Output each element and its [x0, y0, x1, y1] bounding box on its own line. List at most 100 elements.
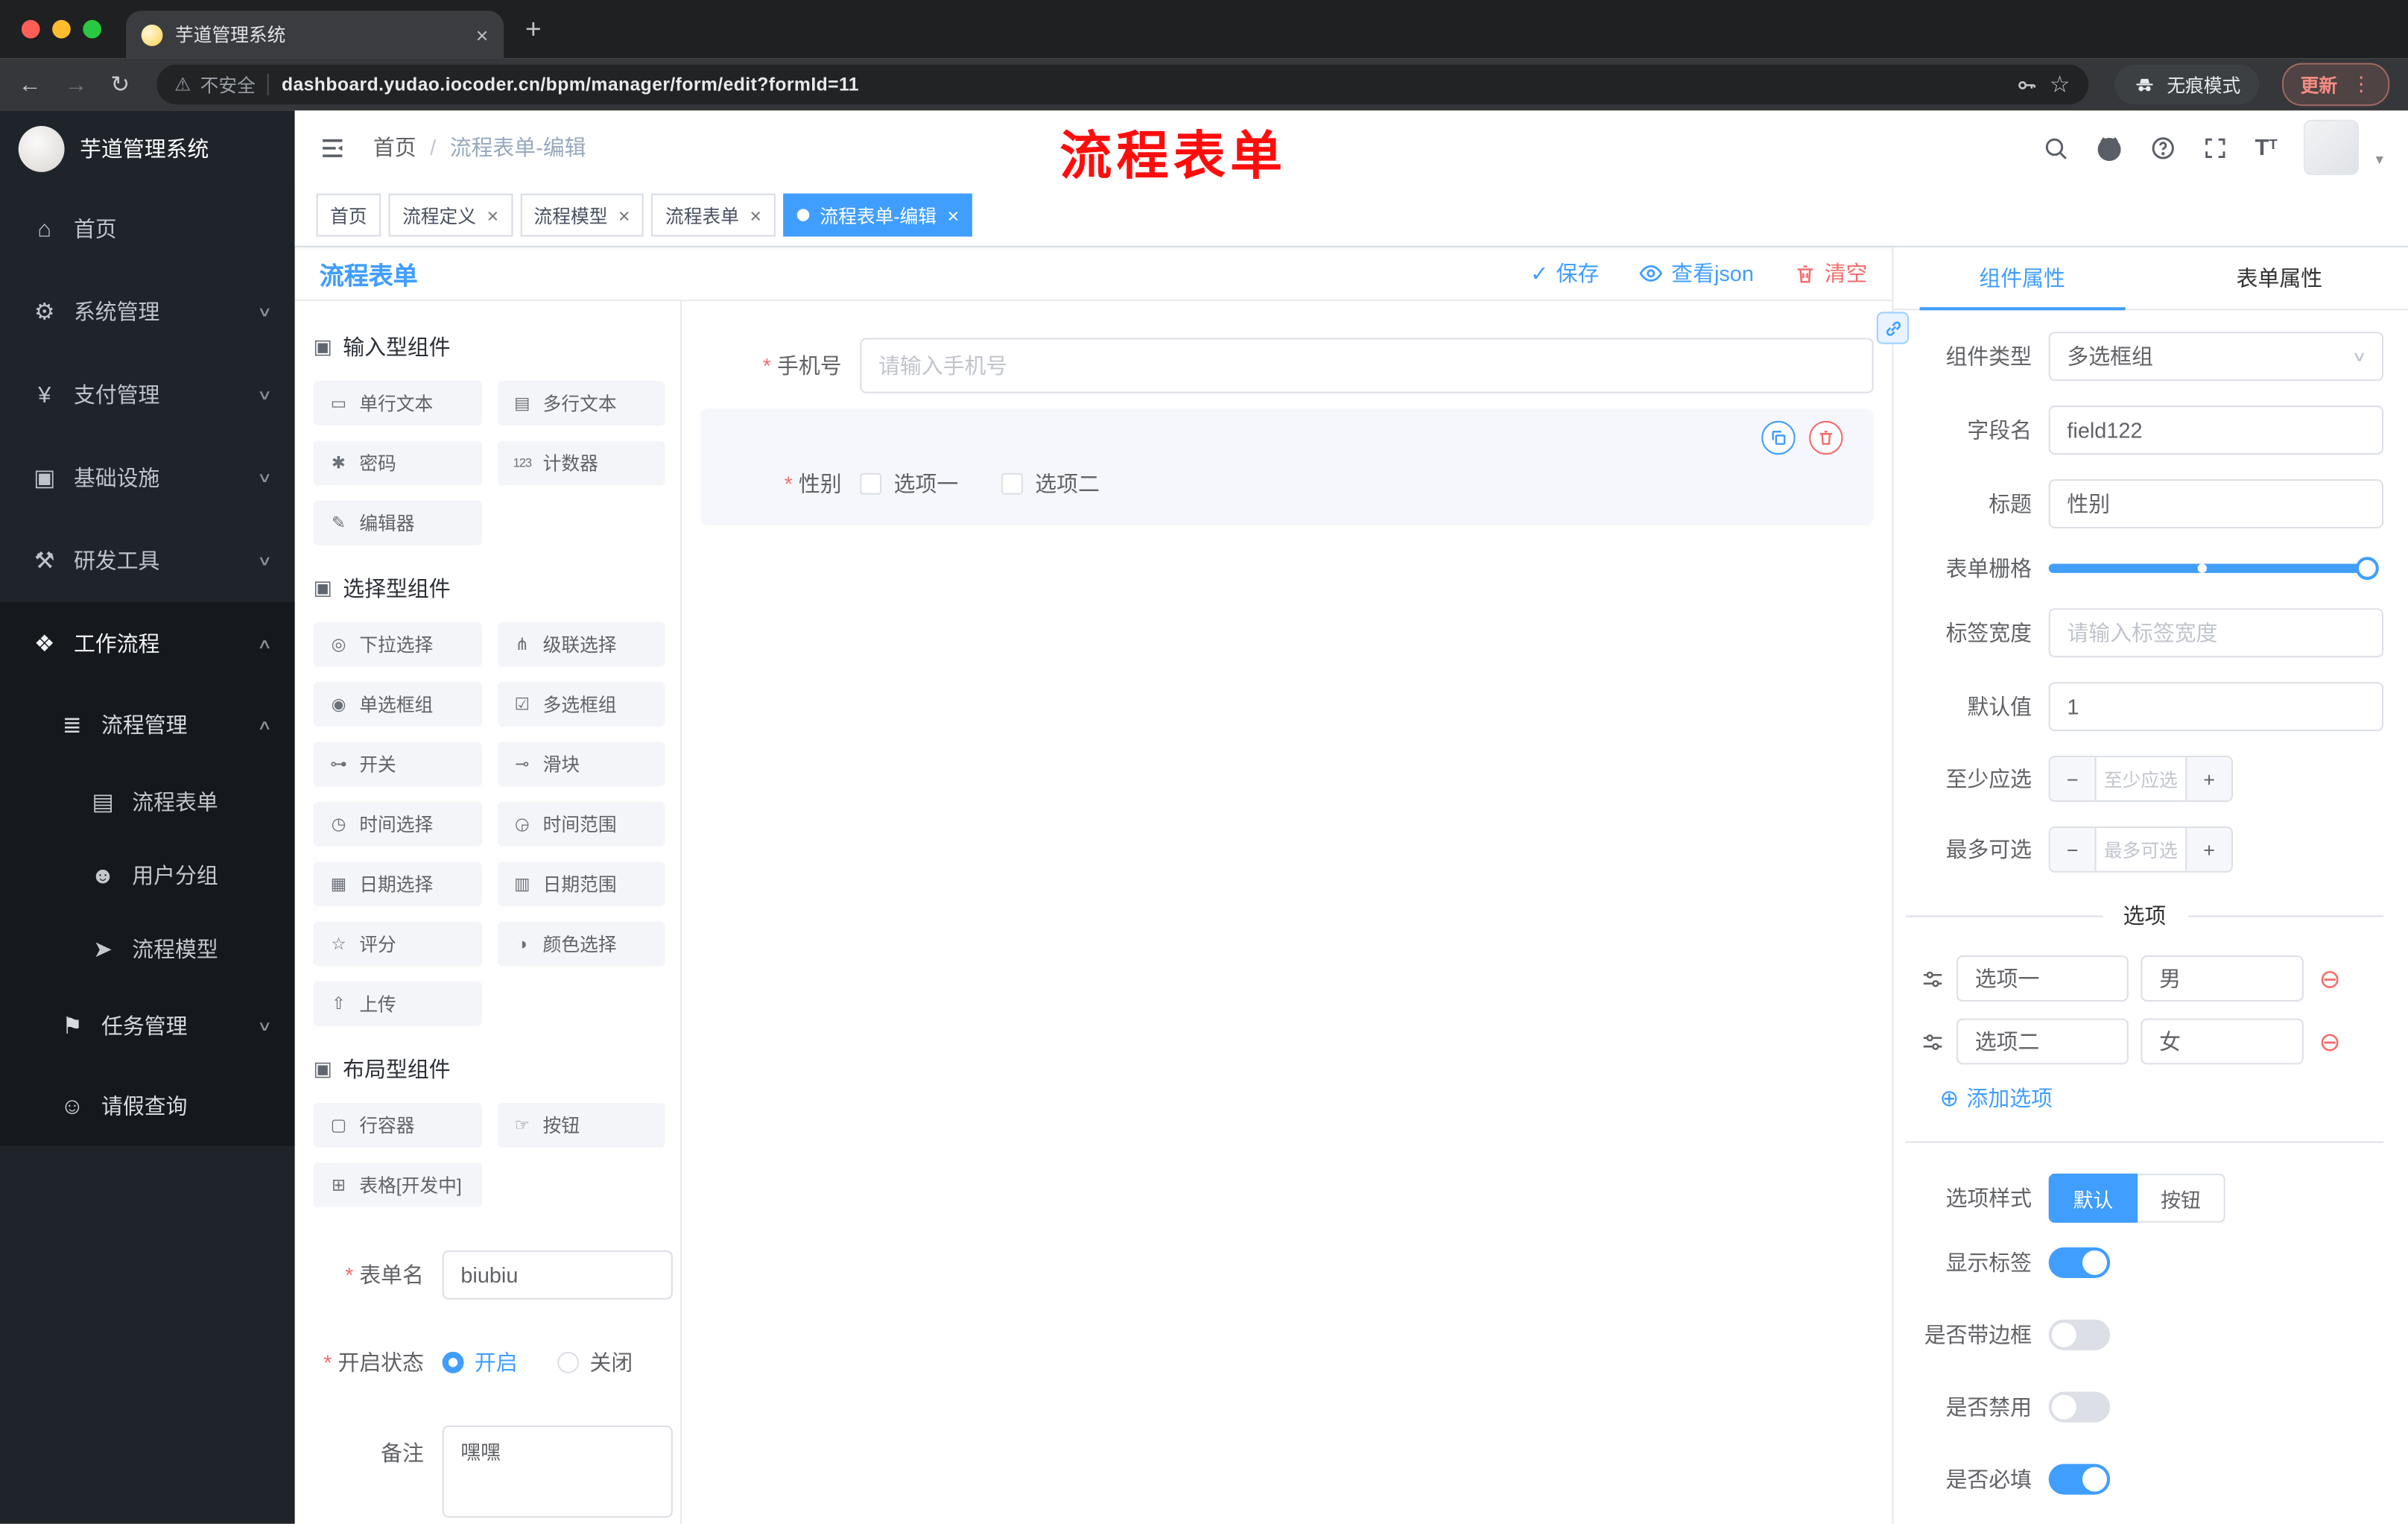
tab-close-icon[interactable]: × [476, 22, 489, 47]
font-size-icon[interactable]: TT [2255, 134, 2277, 160]
form-name-input[interactable] [442, 1250, 673, 1300]
palette-item-rate[interactable]: ☆ 评分 [313, 921, 482, 967]
palette-item-slider[interactable]: ⊸ 滑块 [496, 742, 665, 787]
sidebar-item-task-management[interactable]: ⚑ 任务管理 ∨ [0, 986, 295, 1066]
reload-icon[interactable]: ↻ [110, 73, 130, 96]
delete-component-button[interactable] [1809, 420, 1843, 455]
palette-item-single-line[interactable]: ▭ 单行文本 [313, 381, 482, 426]
palette-item-table[interactable]: ⊞ 表格[开发中] [313, 1163, 482, 1208]
address-bar[interactable]: ⚠ 不安全 dashboard.yudao.iocoder.cn/bpm/man… [156, 64, 2089, 105]
remove-option-icon[interactable]: ⊖ [2319, 1028, 2340, 1055]
palette-item-time[interactable]: ◷ 时间选择 [313, 801, 482, 847]
sidebar-item-workflow[interactable]: ❖ 工作流程 ∧ [0, 601, 295, 686]
sidebar-item-infra[interactable]: ▣ 基础设施 ∨ [0, 436, 295, 519]
window-zoom-button[interactable] [83, 19, 102, 39]
clear-button[interactable]: 清空 [1794, 258, 1867, 288]
forward-icon[interactable]: → [65, 73, 88, 96]
browser-tab[interactable]: 芋道管理系统 × [126, 10, 504, 59]
window-minimize-button[interactable] [52, 19, 71, 39]
label-width-input[interactable] [2048, 608, 2384, 658]
help-icon[interactable] [2150, 134, 2176, 160]
max-select-value[interactable]: 最多可选 [2097, 828, 2186, 871]
style-default-button[interactable]: 默认 [2048, 1173, 2138, 1223]
palette-item-multiline[interactable]: ▤ 多行文本 [496, 381, 665, 426]
border-toggle[interactable] [2048, 1319, 2111, 1350]
palette-item-upload[interactable]: ⇧ 上传 [313, 981, 482, 1026]
browser-menu-icon[interactable]: ⋮ [2351, 72, 2371, 97]
save-button[interactable]: ✓ 保存 [1530, 258, 1599, 288]
search-icon[interactable] [2043, 134, 2069, 160]
password-key-icon[interactable] [2014, 73, 2037, 96]
sidebar-item-leave-query[interactable]: ☺ 请假查询 [0, 1066, 295, 1145]
fullscreen-icon[interactable] [2202, 134, 2228, 160]
security-chip[interactable]: ⚠ 不安全 [174, 72, 256, 98]
show-label-toggle[interactable] [2048, 1247, 2111, 1278]
min-select-value[interactable]: 至少应选 [2097, 757, 2186, 800]
sidebar-item-payment[interactable]: ¥ 支付管理 ∨ [0, 353, 295, 436]
palette-item-date-range[interactable]: ▥ 日期范围 [496, 861, 665, 907]
breadcrumb-home[interactable]: 首页 [373, 132, 416, 162]
github-icon[interactable] [2095, 133, 2124, 162]
palette-item-cascader[interactable]: ⋔ 级联选择 [496, 622, 665, 667]
canvas-field-phone[interactable]: 手机号 [700, 338, 1874, 393]
new-tab-button[interactable]: + [525, 13, 542, 45]
default-value-input[interactable] [2048, 682, 2384, 732]
browser-update-button[interactable]: 更新 ⋮ [2281, 63, 2390, 107]
sidebar-item-devtools[interactable]: ⚒ 研发工具 ∨ [0, 519, 295, 602]
required-toggle[interactable] [2048, 1464, 2111, 1495]
avatar-caret-icon[interactable]: ▾ [2376, 151, 2383, 168]
component-type-select[interactable]: 多选框组 ∨ [2048, 332, 2384, 382]
tab-form-props[interactable]: 表单属性 [2151, 247, 2408, 309]
bookmark-star-icon[interactable]: ☆ [2050, 71, 2070, 98]
add-option-button[interactable]: ⊕ 添加选项 [1939, 1083, 2383, 1113]
tag-process-model[interactable]: 流程模型 × [519, 193, 644, 237]
user-avatar[interactable] [2303, 119, 2359, 175]
increase-button[interactable]: + [2185, 827, 2231, 871]
increase-button[interactable]: + [2185, 757, 2231, 800]
style-button-button[interactable]: 按钮 [2138, 1173, 2225, 1223]
title-input[interactable] [2048, 479, 2384, 529]
slider-handle[interactable] [2355, 557, 2379, 581]
disabled-toggle[interactable] [2048, 1391, 2111, 1423]
sidebar-item-system[interactable]: ⚙ 系统管理 ∨ [0, 271, 295, 353]
gender-option2-checkbox[interactable]: 选项二 [1001, 469, 1100, 499]
status-off-radio[interactable]: 关闭 [557, 1347, 633, 1378]
tag-close-icon[interactable]: × [750, 203, 761, 227]
option2-label-input[interactable] [1956, 1018, 2129, 1065]
palette-item-checkbox-group[interactable]: ☑ 多选框组 [496, 682, 665, 727]
collapse-menu-icon[interactable] [320, 134, 346, 160]
decrease-button[interactable]: − [2050, 827, 2097, 871]
tag-close-icon[interactable]: × [487, 203, 498, 227]
tag-close-icon[interactable]: × [947, 203, 959, 227]
canvas-field-gender-selected[interactable]: 性别 选项一 选项二 [700, 408, 1874, 525]
phone-input[interactable] [860, 338, 1874, 393]
drag-handle-icon[interactable] [1921, 967, 1945, 990]
sidebar-item-process-management[interactable]: ≣ 流程管理 ∧ [0, 685, 295, 765]
palette-item-select[interactable]: ◎ 下拉选择 [313, 622, 482, 667]
gender-option1-checkbox[interactable]: 选项一 [860, 469, 958, 499]
palette-item-password[interactable]: ✱ 密码 [313, 440, 482, 486]
tag-process-form-edit[interactable]: 流程表单-编辑 × [782, 193, 973, 237]
tab-component-props[interactable]: 组件属性 [1893, 247, 2150, 311]
sidebar-item-process-model[interactable]: ➤ 流程模型 [0, 912, 295, 986]
decrease-button[interactable]: − [2050, 757, 2097, 800]
option1-label-input[interactable] [1956, 955, 2129, 1002]
tag-process-definition[interactable]: 流程定义 × [388, 193, 513, 237]
tag-process-form[interactable]: 流程表单 × [651, 193, 776, 237]
tag-close-icon[interactable]: × [618, 203, 630, 227]
palette-item-row-container[interactable]: ▢ 行容器 [313, 1102, 482, 1148]
status-on-radio[interactable]: 开启 [442, 1347, 518, 1378]
field-name-input[interactable] [2048, 405, 2384, 455]
drag-handle-icon[interactable] [1921, 1030, 1945, 1053]
sidebar-item-user-group[interactable]: ☻ 用户分组 [0, 838, 295, 912]
link-icon[interactable] [1876, 312, 1910, 344]
view-json-button[interactable]: 查看json [1639, 258, 1754, 288]
copy-component-button[interactable] [1761, 420, 1796, 455]
palette-item-radio-group[interactable]: ◉ 单选框组 [313, 682, 482, 727]
window-close-button[interactable] [21, 19, 40, 39]
sidebar-item-process-form[interactable]: ▤ 流程表单 [0, 765, 295, 838]
remove-option-icon[interactable]: ⊖ [2319, 965, 2340, 991]
palette-item-time-range[interactable]: ◶ 时间范围 [496, 801, 665, 847]
palette-item-counter[interactable]: 123 计数器 [496, 440, 665, 486]
option2-value-input[interactable] [2141, 1018, 2304, 1065]
